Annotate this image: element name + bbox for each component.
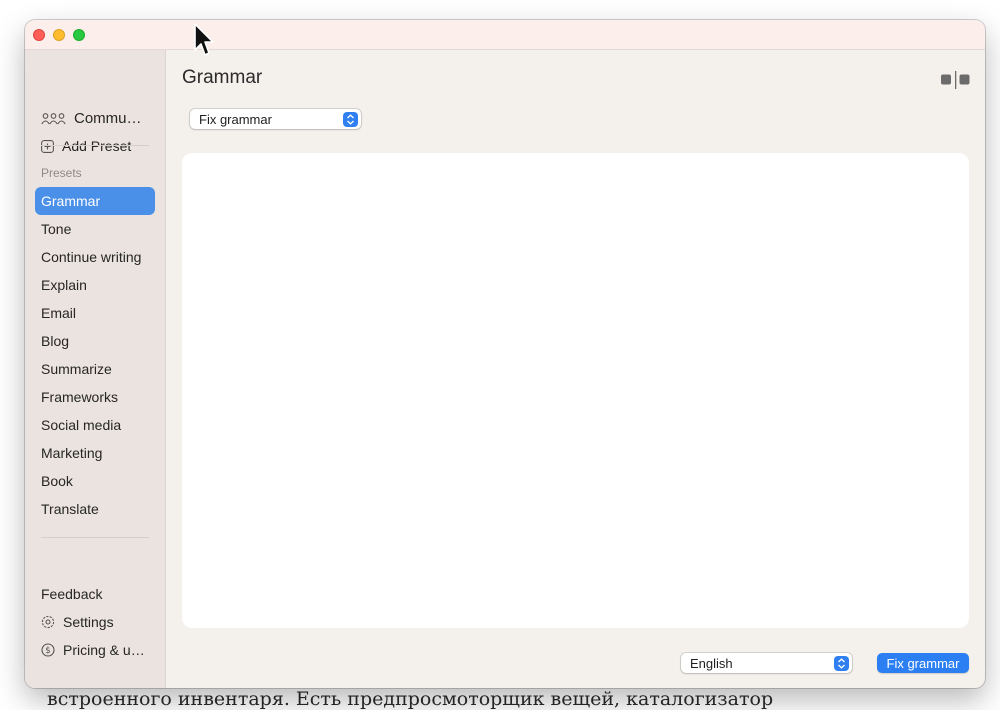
title-bar	[25, 20, 985, 50]
fix-grammar-button[interactable]: Fix grammar	[877, 653, 969, 673]
sidebar-item-blog[interactable]: Blog	[35, 327, 155, 355]
sidebar-item-frameworks[interactable]: Frameworks	[35, 383, 155, 411]
feedback-button[interactable]: Feedback	[41, 586, 102, 602]
sidebar-item-label: Settings	[63, 614, 114, 630]
sidebar-item-explain[interactable]: Explain	[35, 271, 155, 299]
sidebar-item-summarize[interactable]: Summarize	[35, 355, 155, 383]
sidebar-item-continue-writing[interactable]: Continue writing	[35, 243, 155, 271]
sidebar-item-label: Add Preset	[62, 138, 132, 154]
mouse-pointer-icon	[193, 22, 215, 63]
people-icon	[41, 112, 66, 126]
add-preset-button[interactable]: Add Preset	[41, 138, 131, 154]
plus-square-icon	[41, 139, 54, 153]
close-window-button[interactable]	[33, 29, 45, 41]
settings-button[interactable]: Settings	[41, 614, 114, 630]
sidebar-item-community[interactable]: Commu…	[41, 110, 142, 127]
sidebar-item-social-media[interactable]: Social media	[35, 411, 155, 439]
text-editor[interactable]	[182, 153, 969, 628]
sidebar-item-grammar[interactable]: Grammar	[35, 187, 155, 215]
page-title: Grammar	[182, 67, 263, 88]
split-view-icon[interactable]	[941, 71, 971, 94]
sidebar-divider	[41, 145, 149, 146]
sidebar-item-marketing[interactable]: Marketing	[35, 439, 155, 467]
dollar-circle-icon: $	[41, 643, 55, 657]
preset-select-value: Fix grammar	[199, 111, 272, 127]
sidebar-item-tone[interactable]: Tone	[35, 215, 155, 243]
language-select[interactable]: English	[681, 653, 852, 673]
sidebar-item-label: Feedback	[41, 586, 103, 602]
sidebar-item-label: Pricing & u…	[63, 642, 145, 658]
sidebar-divider	[41, 537, 149, 538]
sidebar-item-email[interactable]: Email	[35, 299, 155, 327]
sidebar: Commu… Add Preset Presets Grammar Tone C…	[25, 50, 166, 688]
svg-text:$: $	[45, 646, 50, 656]
gear-icon	[41, 615, 55, 629]
zoom-window-button[interactable]	[73, 29, 85, 41]
presets-section-label: Presets	[41, 166, 82, 180]
chevron-up-down-icon	[343, 112, 358, 127]
chevron-up-down-icon	[834, 656, 849, 671]
minimize-window-button[interactable]	[53, 29, 65, 41]
preset-select[interactable]: Fix grammar	[190, 109, 361, 129]
pricing-button[interactable]: $ Pricing & u…	[41, 642, 145, 658]
app-window: Commu… Add Preset Presets Grammar Tone C…	[25, 20, 985, 688]
sidebar-item-book[interactable]: Book	[35, 467, 155, 495]
background-document-text: встроенного инвентаря. Есть предпросмото…	[47, 688, 774, 710]
sidebar-item-translate[interactable]: Translate	[35, 495, 155, 523]
language-select-value: English	[690, 655, 733, 671]
sidebar-item-label: Commu…	[74, 110, 142, 127]
